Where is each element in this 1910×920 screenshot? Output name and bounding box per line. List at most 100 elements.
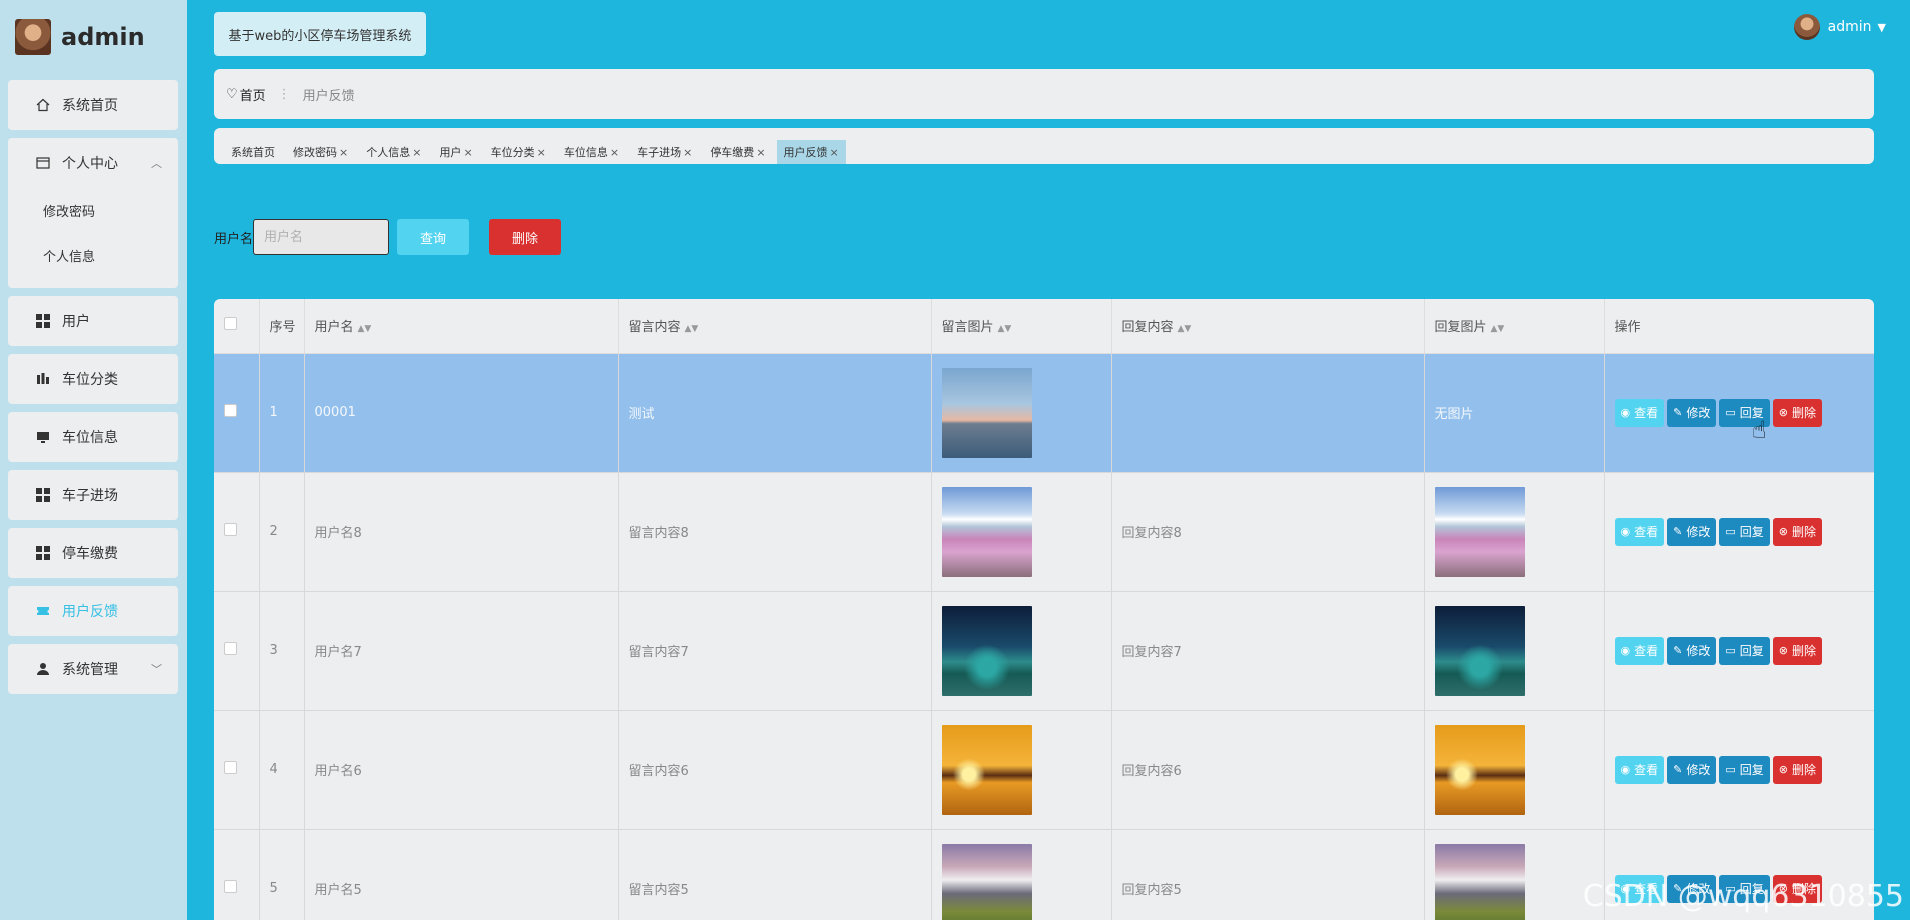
view-button[interactable]: ◉ 查看 bbox=[1614, 517, 1665, 546]
tag-home[interactable]: 系统首页 bbox=[224, 140, 282, 164]
feedback-image[interactable] bbox=[1434, 486, 1525, 577]
close-icon[interactable]: × bbox=[537, 146, 546, 159]
cell-actions: ◉ 查看 ✎ 修改 ▭ 回复 ⊗ 删除 bbox=[1604, 472, 1874, 592]
sidebar-item-users[interactable]: 用户 bbox=[8, 296, 178, 346]
row-checkbox[interactable] bbox=[224, 880, 237, 893]
edit-button[interactable]: ✎ 修改 bbox=[1667, 398, 1717, 427]
sidebar-subitem-change-password[interactable]: 修改密码 bbox=[8, 188, 178, 233]
sidebar-item-home[interactable]: 系统首页 bbox=[8, 80, 178, 130]
sidebar-item-system[interactable]: 系统管理 ﹀ bbox=[8, 644, 178, 694]
edit-button[interactable]: ✎ 修改 bbox=[1667, 517, 1717, 546]
sidebar-item-space-category[interactable]: 车位分类 bbox=[8, 354, 178, 404]
tag-label: 车子进场 bbox=[637, 146, 682, 159]
row-select-cell[interactable] bbox=[214, 710, 260, 830]
username-search-input[interactable] bbox=[253, 219, 390, 255]
breadcrumb-home[interactable]: 首页 bbox=[240, 85, 266, 104]
col-reply[interactable]: 回复内容 ▲▼ bbox=[1111, 299, 1425, 354]
sort-icon[interactable]: ▲▼ bbox=[358, 324, 372, 334]
feedback-image[interactable] bbox=[1434, 724, 1525, 815]
table-row[interactable]: 1 00001 测试 无图片 ◉ 查看 ✎ 修改 ▭ 回复 ⊗ 删除 bbox=[214, 353, 1874, 473]
row-select-cell[interactable] bbox=[214, 353, 260, 473]
edit-button[interactable]: ✎ 修改 bbox=[1667, 755, 1717, 784]
sort-icon[interactable]: ▲▼ bbox=[685, 324, 699, 334]
pencil-icon: ✎ bbox=[1673, 525, 1683, 538]
edit-button[interactable]: ✎ 修改 bbox=[1667, 636, 1717, 665]
tag-space-info[interactable]: 车位信息 × bbox=[557, 140, 626, 164]
header-label: 操作 bbox=[1614, 320, 1641, 336]
close-icon[interactable]: × bbox=[756, 146, 765, 159]
tag-users[interactable]: 用户 × bbox=[432, 140, 479, 164]
row-checkbox[interactable] bbox=[224, 404, 237, 417]
tag-space-category[interactable]: 车位分类 × bbox=[484, 140, 553, 164]
col-reply-image[interactable]: 回复图片 ▲▼ bbox=[1424, 299, 1605, 354]
col-actions: 操作 bbox=[1604, 299, 1874, 354]
close-icon[interactable]: × bbox=[339, 146, 348, 159]
header-label: 回复图片 bbox=[1434, 320, 1487, 336]
tag-personal-info[interactable]: 个人信息 × bbox=[359, 140, 428, 164]
reply-button[interactable]: ▭ 回复 bbox=[1719, 755, 1770, 784]
close-icon[interactable]: × bbox=[463, 146, 472, 159]
view-button[interactable]: ◉ 查看 bbox=[1614, 755, 1665, 784]
close-icon[interactable]: × bbox=[830, 146, 839, 159]
sort-icon[interactable]: ▲▼ bbox=[1178, 324, 1192, 334]
col-content[interactable]: 留言内容 ▲▼ bbox=[618, 299, 932, 354]
row-checkbox[interactable] bbox=[224, 523, 237, 536]
sidebar-item-personal[interactable]: 个人中心 ︿ bbox=[8, 138, 178, 188]
feedback-image[interactable] bbox=[941, 843, 1032, 920]
header-label: 用户名 bbox=[314, 320, 354, 336]
row-checkbox[interactable] bbox=[224, 642, 237, 655]
tag-change-password[interactable]: 修改密码 × bbox=[286, 140, 355, 164]
delete-button[interactable]: ⊗ 删除 bbox=[1772, 517, 1823, 546]
feedback-image[interactable] bbox=[941, 486, 1032, 577]
feedback-image[interactable] bbox=[1434, 605, 1525, 696]
sidebar-item-space-info[interactable]: 车位信息 bbox=[8, 412, 178, 462]
avatar bbox=[15, 19, 51, 55]
user-menu[interactable]: admin ▼ bbox=[1793, 14, 1886, 40]
tag-feedback[interactable]: 用户反馈 × bbox=[776, 140, 846, 164]
select-all-cell[interactable] bbox=[214, 299, 260, 354]
select-all-checkbox[interactable] bbox=[224, 317, 237, 331]
delete-button[interactable]: ⊗ 删除 bbox=[1772, 398, 1823, 427]
tag-parking-fee[interactable]: 停车缴费 × bbox=[703, 140, 772, 164]
sort-icon[interactable]: ▲▼ bbox=[1491, 324, 1505, 334]
view-button[interactable]: ◉ 查看 bbox=[1614, 636, 1665, 665]
table-row[interactable]: 3 用户名7 留言内容7 回复内容7 ◉ 查看 ✎ 修改 ▭ 回复 ⊗ 删除 bbox=[214, 591, 1874, 711]
feedback-image[interactable] bbox=[941, 605, 1032, 696]
tag-car-entry[interactable]: 车子进场 × bbox=[630, 140, 699, 164]
tag-label: 系统首页 bbox=[231, 146, 275, 159]
row-select-cell[interactable] bbox=[214, 591, 260, 711]
feedback-image[interactable] bbox=[941, 367, 1032, 458]
system-title: 基于web的小区停车场管理系统 bbox=[214, 12, 426, 56]
table-row[interactable]: 4 用户名6 留言内容6 回复内容6 ◉ 查看 ✎ 修改 ▭ 回复 ⊗ 删除 bbox=[214, 710, 1874, 830]
feedback-image[interactable] bbox=[1434, 843, 1525, 920]
grid-icon bbox=[34, 486, 52, 504]
sidebar-item-feedback[interactable]: 用户反馈 bbox=[8, 586, 178, 636]
close-icon[interactable]: × bbox=[683, 146, 692, 159]
sidebar-subitem-personal-info[interactable]: 个人信息 bbox=[8, 233, 178, 278]
mouse-cursor: ☝ bbox=[1752, 416, 1767, 444]
sidebar-item-parking-fee[interactable]: 停车缴费 bbox=[8, 528, 178, 578]
sidebar-item-car-entry[interactable]: 车子进场 bbox=[8, 470, 178, 520]
col-image[interactable]: 留言图片 ▲▼ bbox=[931, 299, 1112, 354]
feedback-image[interactable] bbox=[941, 724, 1032, 815]
sort-icon[interactable]: ▲▼ bbox=[998, 324, 1012, 334]
row-checkbox[interactable] bbox=[224, 761, 237, 774]
delete-button[interactable]: ⊗ 删除 bbox=[1772, 755, 1823, 784]
view-button[interactable]: ◉ 查看 bbox=[1614, 398, 1665, 427]
button-label: 修改 bbox=[1686, 644, 1711, 658]
col-username[interactable]: 用户名 ▲▼ bbox=[304, 299, 619, 354]
batch-delete-button[interactable]: 删除 bbox=[489, 219, 562, 255]
query-button[interactable]: 查询 bbox=[397, 219, 470, 255]
sidebar-item-label: 用户 bbox=[62, 314, 90, 330]
row-select-cell[interactable] bbox=[214, 829, 260, 920]
close-icon[interactable]: × bbox=[412, 146, 421, 159]
delete-button[interactable]: ⊗ 删除 bbox=[1772, 636, 1823, 665]
eye-icon: ◉ bbox=[1620, 525, 1631, 538]
cell-reply: 回复内容6 bbox=[1111, 710, 1425, 830]
button-label: 修改 bbox=[1686, 525, 1711, 539]
close-icon[interactable]: × bbox=[610, 146, 619, 159]
row-select-cell[interactable] bbox=[214, 472, 260, 592]
reply-button[interactable]: ▭ 回复 bbox=[1719, 636, 1770, 665]
reply-button[interactable]: ▭ 回复 bbox=[1719, 517, 1770, 546]
table-row[interactable]: 2 用户名8 留言内容8 回复内容8 ◉ 查看 ✎ 修改 ▭ 回复 ⊗ 删除 bbox=[214, 472, 1874, 592]
